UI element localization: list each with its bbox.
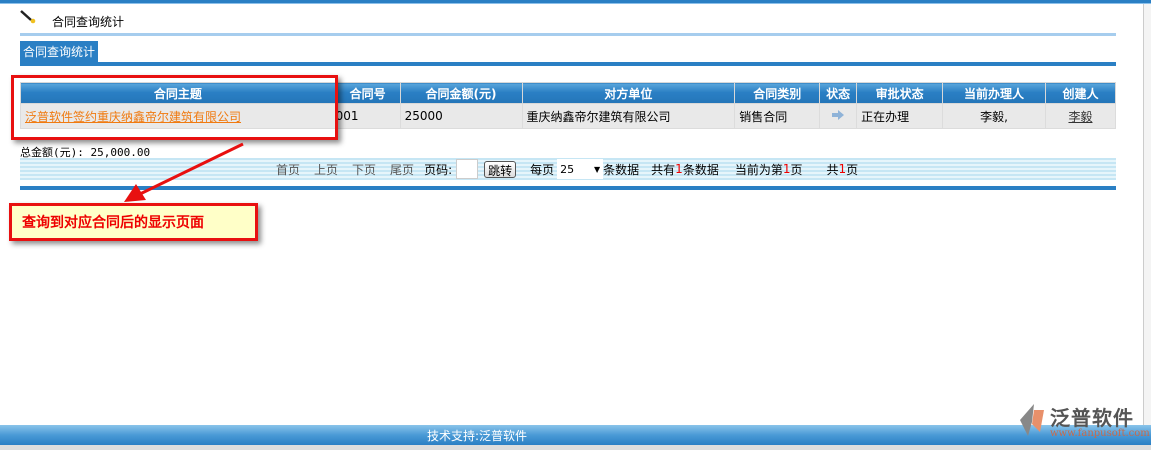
pages-suffix: 页 [846,162,859,177]
column-header-amount[interactable]: 合同金额(元) [399,82,523,104]
current-prefix: 当前为第 [734,162,783,177]
column-header-current-handler[interactable]: 当前办理人 [942,82,1046,104]
per-page-select[interactable]: 25 ▼ [557,159,604,179]
last-page-link[interactable]: 尾页 [390,161,414,178]
footer: 技术支持:泛普软件 [0,425,1151,445]
column-header-counterparty[interactable]: 对方单位 [521,82,736,104]
logo-icon [1020,404,1044,436]
creator-link[interactable]: 李毅 [1068,110,1092,124]
footer-text: 技术支持:泛普软件 [427,429,528,443]
divider [20,33,1116,36]
total-prefix: 共有 [651,162,676,177]
current-suffix: 页 [790,162,803,177]
divider [20,62,1116,66]
page-label: 页码: [424,162,453,177]
page-input[interactable] [456,159,479,179]
column-header-number[interactable]: 合同号 [334,82,401,104]
column-header-creator[interactable]: 创建人 [1044,82,1117,104]
per-page-prefix: 每页 [530,162,555,177]
contract-number: 001 [334,103,401,129]
total-count: 1 [675,162,683,176]
footer-bottom-bar [0,445,1151,450]
logo-text: 泛普软件 [1050,406,1134,430]
current-handler: 李毅, [942,103,1046,129]
pages-prefix: 共 [826,162,839,177]
column-header-category[interactable]: 合同类别 [734,82,821,104]
arrow-right-icon[interactable] [832,110,845,120]
top-bar [0,0,1151,4]
current-page: 1 [782,162,791,176]
annotation-arrow-icon [124,142,244,202]
pages-count: 1 [838,162,847,176]
first-page-link[interactable]: 首页 [276,161,300,178]
counterparty: 重庆纳鑫帝尔建筑有限公司 [521,103,736,129]
annotation-highlight-box [11,75,338,140]
next-page-link[interactable]: 下页 [352,161,376,178]
total-suffix: 条数据 [682,162,719,177]
scrollbar[interactable] [1143,4,1151,425]
per-page-suffix: 条数据 [603,162,640,177]
jump-button[interactable]: 跳转 [484,160,517,178]
prev-page-link[interactable]: 上页 [314,161,338,178]
company-logo: 泛普软件 www.fanpusoft.com [1016,402,1150,442]
page-title: 合同查询统计 [52,15,125,29]
contract-category: 销售合同 [734,103,821,129]
approval-status: 正在办理 [856,103,944,129]
tab-contract-query[interactable]: 合同查询统计 [20,41,99,62]
column-header-approval-status[interactable]: 审批状态 [856,82,944,104]
wand-icon [20,10,36,24]
logo-url: www.fanpusoft.com [1050,428,1150,439]
annotation-callout: 查询到对应合同后的显示页面 [9,203,258,241]
column-header-status[interactable]: 状态 [819,82,858,104]
chevron-down-icon: ▼ [593,164,601,174]
contract-amount: 25000 [399,103,523,129]
per-page-value: 25 [560,162,575,176]
